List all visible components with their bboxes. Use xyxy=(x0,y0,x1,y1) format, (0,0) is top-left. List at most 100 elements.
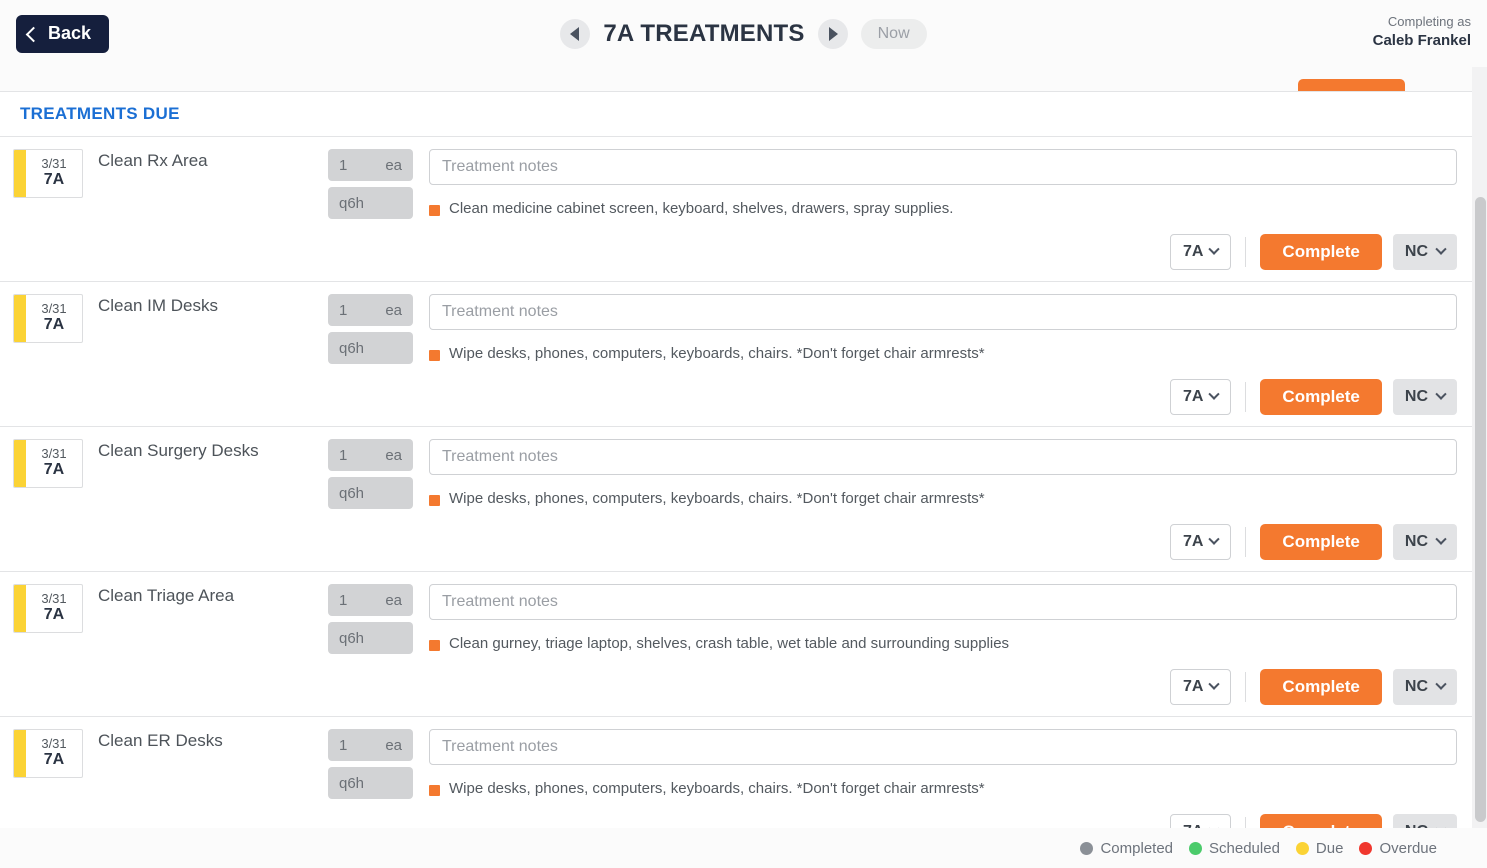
treatment-name: Clean Rx Area xyxy=(98,149,328,271)
due-date-badge: 3/31 7A xyxy=(13,294,83,343)
frequency-field: q6h xyxy=(328,622,413,654)
app-header: Back 7A TREATMENTS Now Completing as Cal… xyxy=(0,0,1487,67)
nc-select[interactable]: NC xyxy=(1393,669,1457,705)
frequency-field: q6h xyxy=(328,767,413,799)
header-title-group: 7A TREATMENTS Now xyxy=(0,0,1487,67)
table-row: 3/31 7A Clean IM Desks 1 ea q6h Wipe des… xyxy=(0,282,1487,427)
status-color-bar xyxy=(14,585,26,632)
quantity-frequency-group: 1 ea q6h xyxy=(328,584,413,706)
status-color-bar xyxy=(14,295,26,342)
status-legend: Completed Scheduled Due Overdue xyxy=(0,828,1487,868)
nc-select[interactable]: NC xyxy=(1393,524,1457,560)
vertical-scrollbar-track[interactable] xyxy=(1472,67,1487,868)
frequency-field: q6h xyxy=(328,477,413,509)
quantity-field[interactable]: 1 ea xyxy=(328,584,413,616)
shift-select-value: 7A xyxy=(1183,243,1203,261)
instruction-text: Wipe desks, phones, computers, keyboards… xyxy=(449,490,985,507)
legend-item: Scheduled xyxy=(1189,840,1280,857)
divider xyxy=(1245,672,1246,702)
legend-label: Completed xyxy=(1100,840,1173,857)
due-date: 3/31 xyxy=(41,737,66,751)
now-button[interactable]: Now xyxy=(861,19,927,49)
legend-label: Scheduled xyxy=(1209,840,1280,857)
frequency-field: q6h xyxy=(328,332,413,364)
row-actions: 7A Complete NC xyxy=(429,379,1457,415)
shift-select[interactable]: 7A xyxy=(1170,234,1231,270)
treatment-notes-input[interactable] xyxy=(429,729,1457,765)
quantity-unit: ea xyxy=(385,447,402,464)
nc-select[interactable]: NC xyxy=(1393,234,1457,270)
quantity-frequency-group: 1 ea q6h xyxy=(328,439,413,561)
legend-dot-scheduled xyxy=(1189,842,1202,855)
table-row: 3/31 7A Clean Triage Area 1 ea q6h Clean… xyxy=(0,572,1487,717)
chevron-down-icon xyxy=(1209,534,1220,545)
complete-button[interactable]: Complete xyxy=(1260,379,1381,415)
due-date-badge: 3/31 7A xyxy=(13,439,83,488)
vertical-scrollbar-thumb[interactable] xyxy=(1475,197,1486,822)
table-row: 3/31 7A Clean Surgery Desks 1 ea q6h Wip… xyxy=(0,427,1487,572)
quantity-unit: ea xyxy=(385,592,402,609)
quantity-value: 1 xyxy=(339,447,347,464)
due-shift: 7A xyxy=(44,171,64,189)
frequency-value: q6h xyxy=(339,195,364,212)
current-user-name[interactable]: Caleb Frankel xyxy=(1373,31,1471,51)
previous-shift-button[interactable] xyxy=(560,19,590,49)
back-button[interactable]: Back xyxy=(16,15,109,53)
treatment-notes-input[interactable] xyxy=(429,294,1457,330)
row-actions: 7A Complete NC xyxy=(429,234,1457,270)
treatments-scroll-area[interactable]: TREATMENTS DUE 3/31 7A Clean Rx Area 1 e… xyxy=(0,67,1487,868)
quantity-value: 1 xyxy=(339,302,347,319)
shift-select[interactable]: 7A xyxy=(1170,379,1231,415)
quantity-field[interactable]: 1 ea xyxy=(328,729,413,761)
back-button-label: Back xyxy=(48,23,91,44)
instruction-line: Wipe desks, phones, computers, keyboards… xyxy=(429,345,1457,362)
bullet-square-icon xyxy=(429,205,440,216)
completing-as-label: Completing as xyxy=(1373,13,1471,31)
due-date: 3/31 xyxy=(41,302,66,316)
complete-button[interactable]: Complete xyxy=(1260,524,1381,560)
nc-select-value: NC xyxy=(1405,243,1428,261)
treatment-notes-input[interactable] xyxy=(429,149,1457,185)
chevron-down-icon xyxy=(1209,389,1220,400)
instruction-text: Wipe desks, phones, computers, keyboards… xyxy=(449,345,985,362)
nc-select-value: NC xyxy=(1405,533,1428,551)
legend-item: Overdue xyxy=(1359,840,1437,857)
frequency-value: q6h xyxy=(339,340,364,357)
quantity-field[interactable]: 1 ea xyxy=(328,294,413,326)
frequency-value: q6h xyxy=(339,775,364,792)
completing-as-block: Completing as Caleb Frankel xyxy=(1373,13,1471,51)
quantity-field[interactable]: 1 ea xyxy=(328,149,413,181)
legend-item: Completed xyxy=(1080,840,1173,857)
nc-select-value: NC xyxy=(1405,388,1428,406)
treatment-name: Clean Triage Area xyxy=(98,584,328,706)
divider xyxy=(1245,527,1246,557)
treatment-notes-input[interactable] xyxy=(429,439,1457,475)
complete-button[interactable]: Complete xyxy=(1260,669,1381,705)
frequency-value: q6h xyxy=(339,485,364,502)
bullet-square-icon xyxy=(429,785,440,796)
quantity-unit: ea xyxy=(385,737,402,754)
chevron-down-icon xyxy=(1435,389,1446,400)
due-date-badge: 3/31 7A xyxy=(13,584,83,633)
due-date: 3/31 xyxy=(41,157,66,171)
treatment-name: Clean IM Desks xyxy=(98,294,328,416)
quantity-value: 1 xyxy=(339,737,347,754)
quantity-field[interactable]: 1 ea xyxy=(328,439,413,471)
due-date: 3/31 xyxy=(41,592,66,606)
chevron-left-icon xyxy=(26,26,42,42)
treatment-rows: 3/31 7A Clean Rx Area 1 ea q6h Clean med… xyxy=(0,137,1487,862)
treatment-notes-input[interactable] xyxy=(429,584,1457,620)
complete-button[interactable]: Complete xyxy=(1260,234,1381,270)
complete-button-clipped[interactable] xyxy=(1298,79,1405,91)
shift-select[interactable]: 7A xyxy=(1170,524,1231,560)
treatment-name: Clean Surgery Desks xyxy=(98,439,328,561)
nc-select[interactable]: NC xyxy=(1393,379,1457,415)
quantity-unit: ea xyxy=(385,302,402,319)
next-shift-button[interactable] xyxy=(818,19,848,49)
shift-select[interactable]: 7A xyxy=(1170,669,1231,705)
chevron-down-icon xyxy=(1435,534,1446,545)
instruction-line: Wipe desks, phones, computers, keyboards… xyxy=(429,490,1457,507)
shift-select-value: 7A xyxy=(1183,678,1203,696)
frequency-field: q6h xyxy=(328,187,413,219)
divider xyxy=(1245,382,1246,412)
